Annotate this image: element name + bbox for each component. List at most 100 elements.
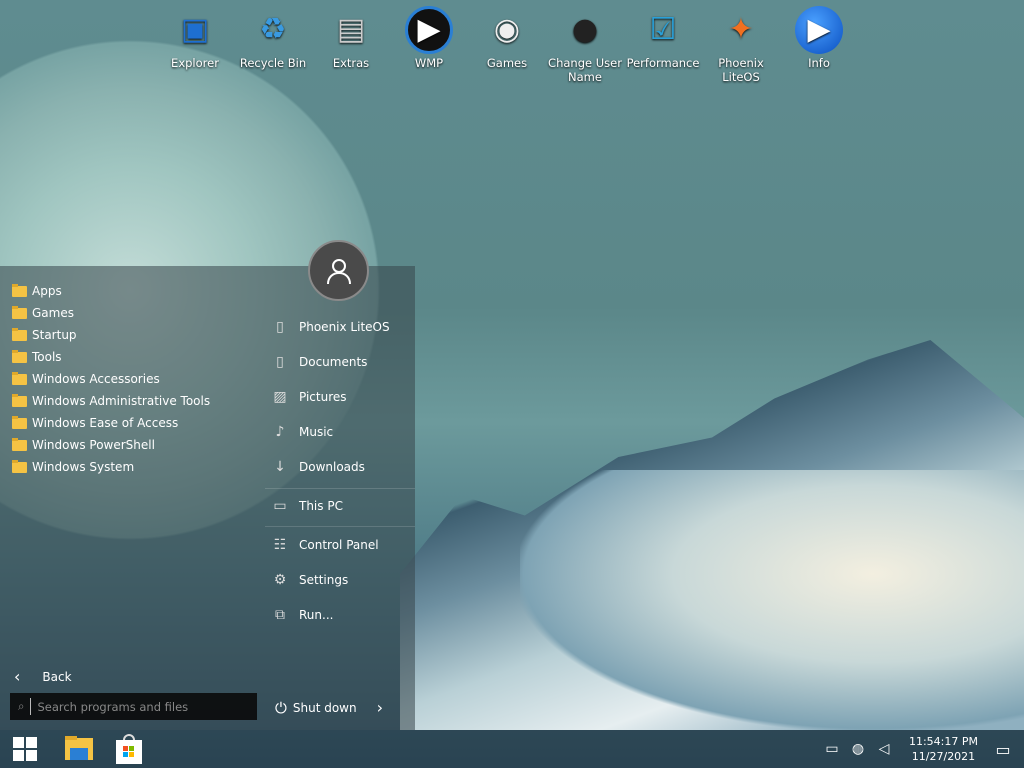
folder-icon (12, 371, 27, 385)
desktop-icon-change-user-name[interactable]: ● Change User Name (546, 6, 624, 85)
start-item-label: Settings (299, 573, 349, 587)
picture-icon: ▨ (273, 389, 287, 405)
start-item-phoenix-liteos[interactable]: ▯ Phoenix LiteOS (265, 312, 415, 342)
start-item-label: Documents (299, 355, 368, 369)
document-icon: ▯ (276, 354, 284, 370)
start-item-label: Music (299, 425, 334, 439)
search-input[interactable]: ⌕ Search programs and files (10, 693, 257, 720)
divider (265, 526, 415, 527)
folder-icon: ▤ (336, 12, 366, 47)
battery-icon[interactable]: ▭ (823, 741, 841, 757)
store-icon (116, 734, 142, 764)
desktop-icon-recycle-bin[interactable]: ♻ Recycle Bin (234, 6, 312, 71)
desktop-icon-phoenix-liteos[interactable]: ✦ Phoenix LiteOS (702, 6, 780, 85)
chevron-left-icon: ‹ (14, 667, 21, 686)
gamepad-icon: ◉ (493, 12, 521, 47)
gear-icon: ⚙ (273, 572, 287, 588)
start-item-settings[interactable]: ⚙ Settings (265, 565, 415, 595)
user-folder-icon: ▯ (276, 319, 284, 335)
computer-icon: ▭ (273, 498, 287, 514)
start-folder-item[interactable]: Windows PowerShell (12, 434, 210, 456)
shutdown-button[interactable]: ⏻ Shut down › (275, 698, 383, 717)
action-center-icon[interactable]: ▭ (994, 740, 1012, 759)
desktop-icon-performance[interactable]: ☑ Performance (624, 6, 702, 71)
users-icon: ● (571, 12, 599, 47)
start-item-label: This PC (299, 499, 343, 513)
folder-label: Windows Accessories (32, 372, 160, 386)
desktop-icon-label: Phoenix LiteOS (718, 56, 764, 84)
clock[interactable]: 11:54:17 PM 11/27/2021 (909, 734, 978, 764)
desktop-icon-label: Performance (626, 56, 700, 70)
folder-label: Windows PowerShell (32, 438, 155, 452)
store-button[interactable] (104, 730, 154, 768)
desktop-icon-label: WMP (414, 56, 444, 70)
start-item-pictures[interactable]: ▨ Pictures (265, 382, 415, 412)
desktop-icon-label: Change User Name (548, 56, 622, 84)
desktop-icon-label: Info (808, 56, 830, 70)
folder-icon (12, 393, 27, 407)
start-folder-item[interactable]: Windows Ease of Access (12, 412, 210, 434)
start-folder-item[interactable]: Windows Accessories (12, 368, 210, 390)
desktop-icon-wmp[interactable]: ▶ WMP (390, 6, 468, 70)
run-icon: ⧉ (275, 607, 285, 623)
file-explorer-button[interactable] (54, 730, 104, 768)
volume-icon[interactable]: ◁ (875, 741, 893, 757)
network-icon[interactable]: ◍ (849, 741, 867, 757)
start-folder-item[interactable]: Windows System (12, 456, 210, 478)
start-folder-item[interactable]: Tools (12, 346, 210, 368)
folder-icon (12, 327, 27, 341)
start-folder-item[interactable]: Windows Administrative Tools (12, 390, 210, 412)
start-item-music[interactable]: ♪ Music (265, 417, 415, 447)
start-item-label: Pictures (299, 390, 347, 404)
folder-label: Windows Ease of Access (32, 416, 179, 430)
back-button[interactable]: ‹ Back (14, 667, 72, 686)
desktop-icon-label: Explorer (171, 56, 219, 70)
start-item-label: Control Panel (299, 538, 379, 552)
desktop-icon-label: Extras (332, 56, 370, 70)
folder-label: Startup (32, 328, 77, 342)
desktop-icon-label: Games (486, 56, 528, 70)
file-explorer-icon (65, 736, 93, 760)
folder-icon (12, 349, 27, 363)
recycle-bin-icon: ♻ (259, 12, 287, 47)
folder-icon (12, 437, 27, 451)
start-folder-item[interactable]: Startup (12, 324, 210, 346)
media-player-icon: ▶ (405, 6, 453, 54)
start-item-documents[interactable]: ▯ Documents (265, 347, 415, 377)
start-item-this-pc[interactable]: ▭ This PC (265, 491, 415, 521)
clock-time: 11:54:17 PM (908, 735, 978, 748)
user-icon (326, 258, 351, 284)
start-folder-item[interactable]: Apps (12, 280, 210, 302)
power-icon: ⏻ (275, 698, 287, 717)
search-icon: ⌕ (18, 699, 25, 713)
taskbar: ▭ ◍ ◁ 11:54:17 PM 11/27/2021 ▭ (0, 730, 1024, 768)
chevron-right-icon[interactable]: › (377, 698, 383, 717)
back-label: Back (42, 669, 72, 684)
folder-label: Games (32, 306, 74, 320)
start-item-downloads[interactable]: ↓ Downloads (265, 452, 415, 482)
folder-icon (12, 415, 27, 429)
wallpaper-clouds (520, 470, 1024, 730)
user-avatar[interactable] (308, 240, 369, 301)
desktop-icon-info[interactable]: ▶ Info (780, 6, 858, 70)
start-button[interactable] (0, 730, 50, 768)
desktop-icon-extras[interactable]: ▤ Extras (312, 6, 390, 71)
divider (265, 488, 415, 489)
start-item-run[interactable]: ⧉ Run... (265, 600, 415, 630)
desktop-icon-games[interactable]: ◉ Games (468, 6, 546, 71)
shutdown-label: Shut down (292, 700, 357, 715)
folder-label: Apps (32, 284, 62, 298)
folder-label: Windows System (32, 460, 135, 474)
start-item-control-panel[interactable]: ☷ Control Panel (265, 530, 415, 560)
control-panel-icon: ☷ (273, 537, 287, 553)
desktop-icon-explorer[interactable]: ▣ Explorer (156, 6, 234, 71)
windows-logo-icon (13, 737, 37, 761)
start-folder-item[interactable]: Games (12, 302, 210, 324)
clock-date: 11/27/2021 (911, 750, 976, 763)
desktop-icon-label: Recycle Bin (239, 56, 307, 70)
folder-label: Windows Administrative Tools (32, 394, 211, 408)
system-tray: ▭ ◍ ◁ 11:54:17 PM 11/27/2021 ▭ (823, 730, 1024, 768)
search-placeholder: Search programs and files (37, 699, 189, 714)
music-icon: ♪ (275, 424, 285, 440)
start-item-label: Phoenix LiteOS (299, 320, 390, 334)
